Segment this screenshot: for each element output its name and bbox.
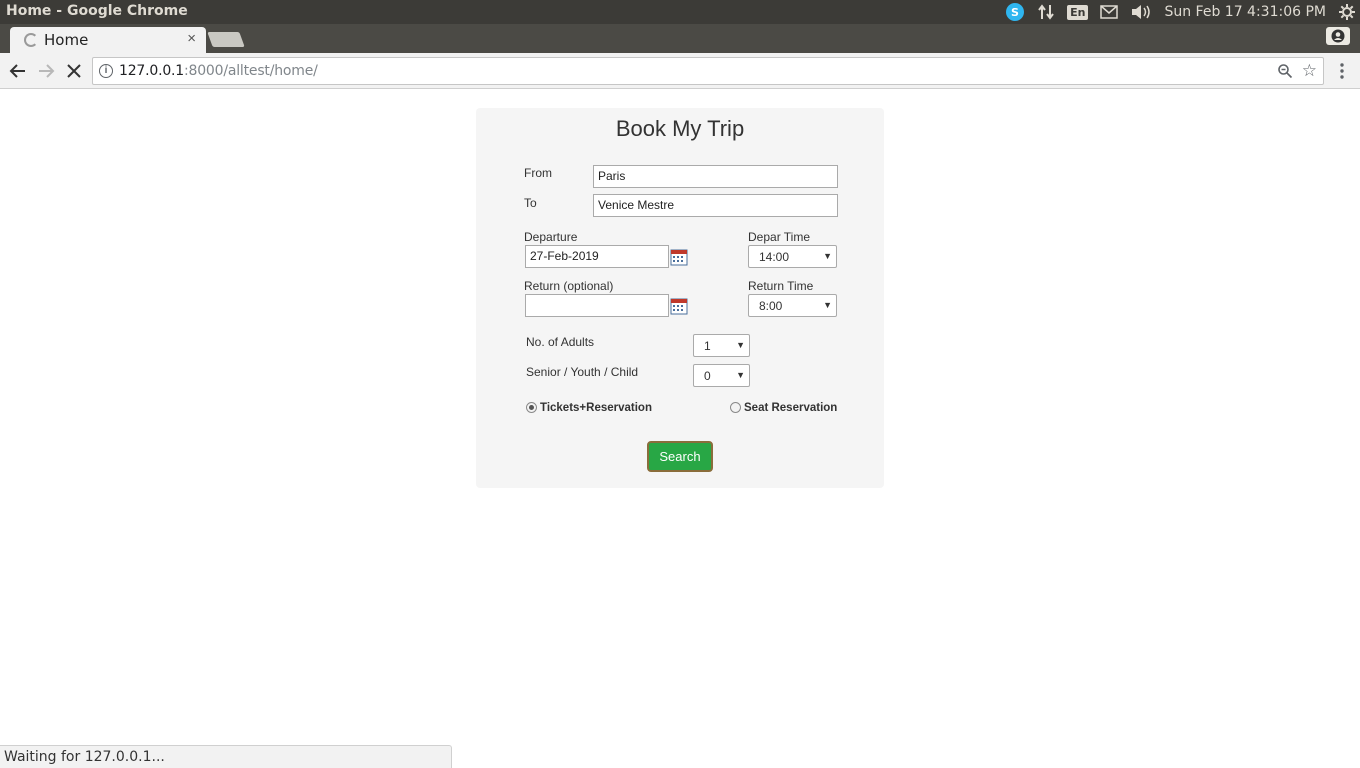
- search-button[interactable]: Search: [647, 441, 713, 472]
- from-label: From: [524, 166, 552, 180]
- chrome-menu-icon[interactable]: [1332, 61, 1352, 81]
- info-icon[interactable]: i: [99, 64, 113, 78]
- tab-strip: Home ×: [0, 24, 1360, 53]
- return-time-label: Return Time: [748, 279, 814, 293]
- senior-youth-child-label: Senior / Youth / Child: [526, 365, 639, 379]
- departure-date-input[interactable]: 27-Feb-2019: [525, 245, 669, 268]
- stop-loading-button[interactable]: [63, 60, 85, 82]
- from-input[interactable]: Paris: [593, 165, 838, 188]
- svg-text:S: S: [1011, 6, 1019, 19]
- tickets-reservation-radio[interactable]: [526, 402, 537, 413]
- booking-form-card: Book My Trip From Paris To Venice Mestre…: [476, 108, 884, 488]
- window-title: Home - Google Chrome: [6, 3, 188, 19]
- seat-reservation-radio[interactable]: [730, 402, 741, 413]
- tab-home[interactable]: Home ×: [10, 27, 206, 53]
- tickets-reservation-label[interactable]: Tickets+Reservation: [540, 402, 652, 414]
- mail-icon[interactable]: [1100, 0, 1119, 24]
- skype-icon[interactable]: S: [1005, 0, 1025, 24]
- back-button[interactable]: [7, 60, 29, 82]
- chevron-down-icon: ▼: [736, 340, 745, 350]
- chevron-down-icon: ▼: [823, 251, 832, 261]
- return-time-value: 8:00: [759, 299, 783, 313]
- senior-youth-child-select[interactable]: 0 ▼: [693, 364, 750, 387]
- forward-button[interactable]: [35, 60, 57, 82]
- new-tab-button[interactable]: [207, 32, 245, 47]
- status-bubble: Waiting for 127.0.0.1...: [0, 745, 452, 768]
- clock[interactable]: Sun Feb 17 4:31:06 PM: [1164, 4, 1326, 20]
- tab-title: Home: [44, 31, 89, 49]
- return-label: Return (optional): [524, 279, 614, 293]
- departure-calendar-icon[interactable]: [670, 248, 688, 266]
- depar-time-label: Depar Time: [748, 230, 811, 244]
- to-input[interactable]: Venice Mestre: [593, 194, 838, 217]
- keyboard-layout-label: En: [1067, 4, 1089, 20]
- browser-toolbar: i 127.0.0.1:8000/alltest/home/ ☆: [0, 53, 1360, 89]
- url-host: 127.0.0.1: [119, 63, 184, 79]
- return-date-input[interactable]: [525, 294, 669, 317]
- to-label: To: [524, 196, 537, 210]
- address-bar[interactable]: i 127.0.0.1:8000/alltest/home/ ☆: [92, 57, 1324, 85]
- loading-spinner-icon: [24, 33, 38, 47]
- depar-time-select[interactable]: 14:00 ▼: [748, 245, 837, 268]
- tab-close-icon[interactable]: ×: [187, 30, 196, 47]
- system-tray: S En Sun Feb 17 4:31:06 PM: [1005, 0, 1360, 24]
- settings-icon[interactable]: [1338, 0, 1356, 24]
- forward-arrow-icon: [39, 64, 55, 78]
- page-title: Book My Trip: [615, 116, 745, 141]
- chevron-down-icon: ▼: [823, 300, 832, 310]
- departure-label: Departure: [524, 230, 578, 244]
- return-calendar-icon[interactable]: [670, 297, 688, 315]
- bookmark-star-icon[interactable]: ☆: [1302, 61, 1317, 81]
- back-arrow-icon: [9, 64, 25, 78]
- adults-value: 1: [704, 339, 711, 353]
- senior-youth-child-value: 0: [704, 369, 711, 383]
- seat-reservation-label[interactable]: Seat Reservation: [744, 402, 837, 414]
- os-top-panel: Home - Google Chrome S En Sun Feb 17 4:3…: [0, 0, 1360, 24]
- url-text[interactable]: 127.0.0.1:8000/alltest/home/: [119, 63, 318, 79]
- return-time-select[interactable]: 8:00 ▼: [748, 294, 837, 317]
- zoom-icon[interactable]: [1277, 63, 1293, 84]
- keyboard-layout-icon[interactable]: En: [1067, 0, 1089, 24]
- adults-select[interactable]: 1 ▼: [693, 334, 750, 357]
- profile-icon[interactable]: [1326, 27, 1350, 45]
- close-icon: [67, 64, 81, 78]
- adults-label: No. of Adults: [526, 335, 595, 349]
- network-icon[interactable]: [1037, 0, 1055, 24]
- url-path: :8000/alltest/home/: [184, 63, 318, 79]
- depar-time-value: 14:00: [759, 250, 790, 264]
- volume-icon[interactable]: [1130, 0, 1152, 24]
- chevron-down-icon: ▼: [736, 370, 745, 380]
